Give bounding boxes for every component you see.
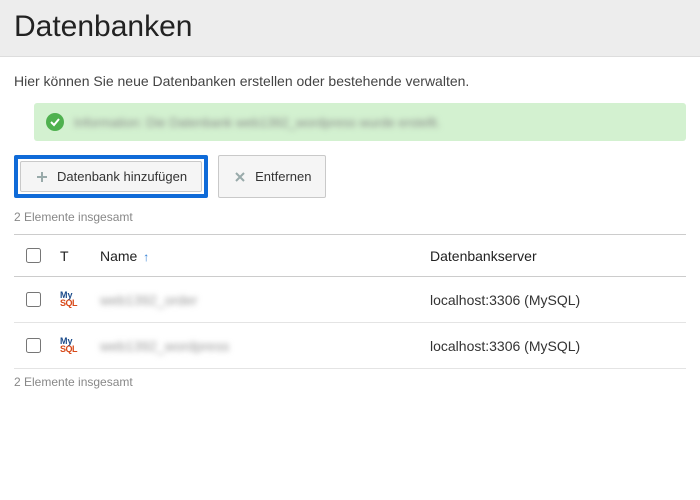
db-server: localhost:3306 (MySQL): [422, 277, 686, 323]
x-icon: [233, 170, 247, 184]
plus-icon: [35, 170, 49, 184]
alert-message: Information: Die Datenbank web1392_wordp…: [74, 115, 440, 130]
count-bottom: 2 Elemente insgesamt: [14, 375, 686, 389]
table-header-row: T Name ↑ Datenbankserver: [14, 235, 686, 277]
db-server: localhost:3306 (MySQL): [422, 323, 686, 369]
row-checkbox[interactable]: [26, 292, 41, 307]
col-name[interactable]: Name ↑: [92, 235, 422, 277]
sort-asc-icon: ↑: [143, 250, 149, 264]
col-server[interactable]: Datenbankserver: [422, 235, 686, 277]
col-checkbox: [14, 235, 52, 277]
select-all-checkbox[interactable]: [26, 248, 41, 263]
add-database-button[interactable]: Datenbank hinzufügen: [20, 161, 202, 192]
count-top: 2 Elemente insgesamt: [14, 210, 686, 224]
mysql-icon: MySQL: [60, 337, 77, 353]
db-name[interactable]: web1392_wordpress: [100, 338, 229, 354]
add-button-label: Datenbank hinzufügen: [57, 169, 187, 184]
mysql-icon: MySQL: [60, 291, 77, 307]
page-header: Datenbanken: [0, 0, 700, 57]
remove-button-label: Entfernen: [255, 169, 311, 184]
col-name-label: Name: [100, 248, 137, 264]
row-checkbox[interactable]: [26, 338, 41, 353]
remove-button[interactable]: Entfernen: [218, 155, 326, 198]
toolbar: Datenbank hinzufügen Entfernen: [14, 155, 686, 198]
table-row: MySQL web1392_wordpress localhost:3306 (…: [14, 323, 686, 369]
highlight-add-button: Datenbank hinzufügen: [14, 155, 208, 198]
content-area: Hier können Sie neue Datenbanken erstell…: [0, 57, 700, 389]
check-circle-icon: [46, 113, 64, 131]
page-title: Datenbanken: [14, 10, 686, 44]
db-name[interactable]: web1392_order: [100, 292, 197, 308]
table-row: MySQL web1392_order localhost:3306 (MySQ…: [14, 277, 686, 323]
col-type[interactable]: T: [52, 235, 92, 277]
database-table: T Name ↑ Datenbankserver MySQL web1392_o…: [14, 234, 686, 369]
success-alert: Information: Die Datenbank web1392_wordp…: [34, 103, 686, 141]
intro-text: Hier können Sie neue Datenbanken erstell…: [14, 73, 686, 89]
